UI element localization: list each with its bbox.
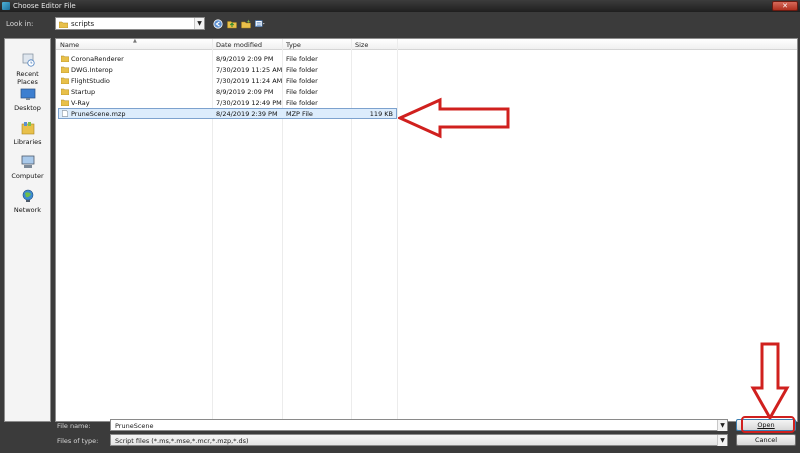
file-list[interactable]: Name ▲ Date modified Type Size CoronaRen… (55, 38, 798, 423)
chevron-down-icon[interactable]: ▼ (717, 435, 727, 446)
file-type-cell: File folder (286, 99, 318, 107)
place-network[interactable]: Network (5, 189, 50, 214)
file-name-cell: V-Ray (71, 99, 90, 107)
place-label: Libraries (13, 138, 42, 146)
back-icon[interactable] (213, 19, 223, 29)
place-label: Computer (11, 172, 44, 180)
file-date-cell: 8/9/2019 2:09 PM (216, 55, 274, 63)
file-name-cell: PruneScene.mzp (71, 110, 126, 118)
place-computer[interactable]: Computer (5, 155, 50, 180)
file-type-cell: MZP File (286, 110, 313, 118)
file-name-input[interactable]: PruneScene ▼ (110, 419, 728, 431)
look-in-value: scripts (71, 20, 95, 28)
file-type-cell: File folder (286, 88, 318, 96)
view-menu-icon[interactable] (255, 19, 265, 29)
chevron-down-icon[interactable]: ▼ (717, 420, 727, 431)
file-row[interactable]: CoronaRenderer 8/9/2019 2:09 PM File folde… (56, 53, 456, 64)
place-label: Network (13, 206, 42, 214)
folder-icon (61, 99, 69, 106)
file-date-cell: 8/24/2019 2:39 PM (216, 110, 278, 118)
file-date-cell: 7/30/2019 11:24 AM (216, 77, 283, 85)
place-recent-places[interactable]: Recent Places (5, 53, 50, 86)
cancel-button[interactable]: Cancel (736, 434, 796, 446)
chevron-down-icon[interactable]: ▼ (194, 18, 204, 29)
file-name-cell: Startup (71, 88, 96, 96)
file-type-value: Script files (*.ms,*.mse,*.mcr,*.mzp,*.d… (115, 437, 249, 445)
file-name-cell: DWG.Interop (71, 66, 113, 74)
libraries-icon (21, 122, 34, 135)
new-folder-icon[interactable] (241, 19, 251, 29)
window-title: Choose Editor File (13, 2, 76, 10)
file-date-cell: 7/30/2019 12:49 PM (216, 99, 282, 107)
app-icon (2, 2, 10, 10)
open-button-highlight-annotation (741, 416, 795, 433)
red-arrow-left-annotation (398, 97, 510, 139)
column-header-row: Name ▲ Date modified Type Size (56, 38, 797, 50)
file-icon (62, 110, 68, 117)
desktop-icon (20, 88, 35, 100)
folder-icon (61, 88, 69, 95)
title-bar: Choose Editor File ✕ (0, 0, 800, 12)
file-date-cell: 7/30/2019 11:25 AM (216, 66, 283, 74)
place-label: Desktop (14, 104, 41, 112)
folder-icon (61, 66, 69, 73)
column-header-size[interactable]: Size (355, 41, 368, 49)
file-dialog: Look in: scripts ▼ Recent Places Desktop… (0, 12, 800, 453)
places-bar: Recent Places Desktop Libraries Computer (4, 38, 51, 422)
file-name-cell: CoronaRenderer (71, 55, 124, 63)
folder-icon (61, 55, 69, 62)
file-size-cell: 119 KB (369, 110, 393, 118)
computer-icon (21, 155, 34, 168)
file-date-cell: 8/9/2019 2:09 PM (216, 88, 274, 96)
file-type-cell: File folder (286, 66, 318, 74)
folder-icon (59, 21, 68, 28)
network-icon (22, 189, 33, 202)
file-row[interactable]: FlightStudio 7/30/2019 11:24 AM File folde… (56, 75, 456, 86)
close-button[interactable]: ✕ (772, 1, 798, 11)
place-desktop[interactable]: Desktop (5, 87, 50, 112)
sort-up-icon: ▲ (133, 38, 137, 44)
red-arrow-down-annotation (750, 342, 790, 422)
file-row[interactable]: Startup 8/9/2019 2:09 PM File folder (56, 86, 456, 97)
up-folder-icon[interactable] (227, 19, 237, 29)
file-type-label: Files of type: (57, 437, 99, 445)
place-label: Recent Places (16, 70, 39, 86)
look-in-label: Look in: (6, 20, 34, 28)
file-type-cell: File folder (286, 55, 318, 63)
file-type-cell: File folder (286, 77, 318, 85)
column-header-date[interactable]: Date modified (216, 41, 262, 49)
file-row[interactable]: DWG.Interop 7/30/2019 11:25 AM File folder (56, 64, 456, 75)
look-in-dropdown[interactable]: scripts ▼ (55, 17, 205, 30)
place-libraries[interactable]: Libraries (5, 121, 50, 146)
recent-places-icon (22, 53, 35, 67)
file-name-cell: FlightStudio (71, 77, 110, 85)
column-header-type[interactable]: Type (286, 41, 301, 49)
column-header-name[interactable]: Name (60, 41, 79, 49)
file-row[interactable]: V-Ray 7/30/2019 12:49 PM File folder (56, 97, 456, 108)
file-row[interactable]: PruneScene.mzp 8/24/2019 2:39 PM MZP File 1… (56, 108, 456, 119)
file-type-dropdown[interactable]: Script files (*.ms,*.mse,*.mcr,*.mzp,*.d… (110, 434, 728, 446)
file-name-label: File name: (57, 422, 91, 430)
folder-icon (61, 77, 69, 84)
file-name-value: PruneScene (115, 422, 154, 430)
